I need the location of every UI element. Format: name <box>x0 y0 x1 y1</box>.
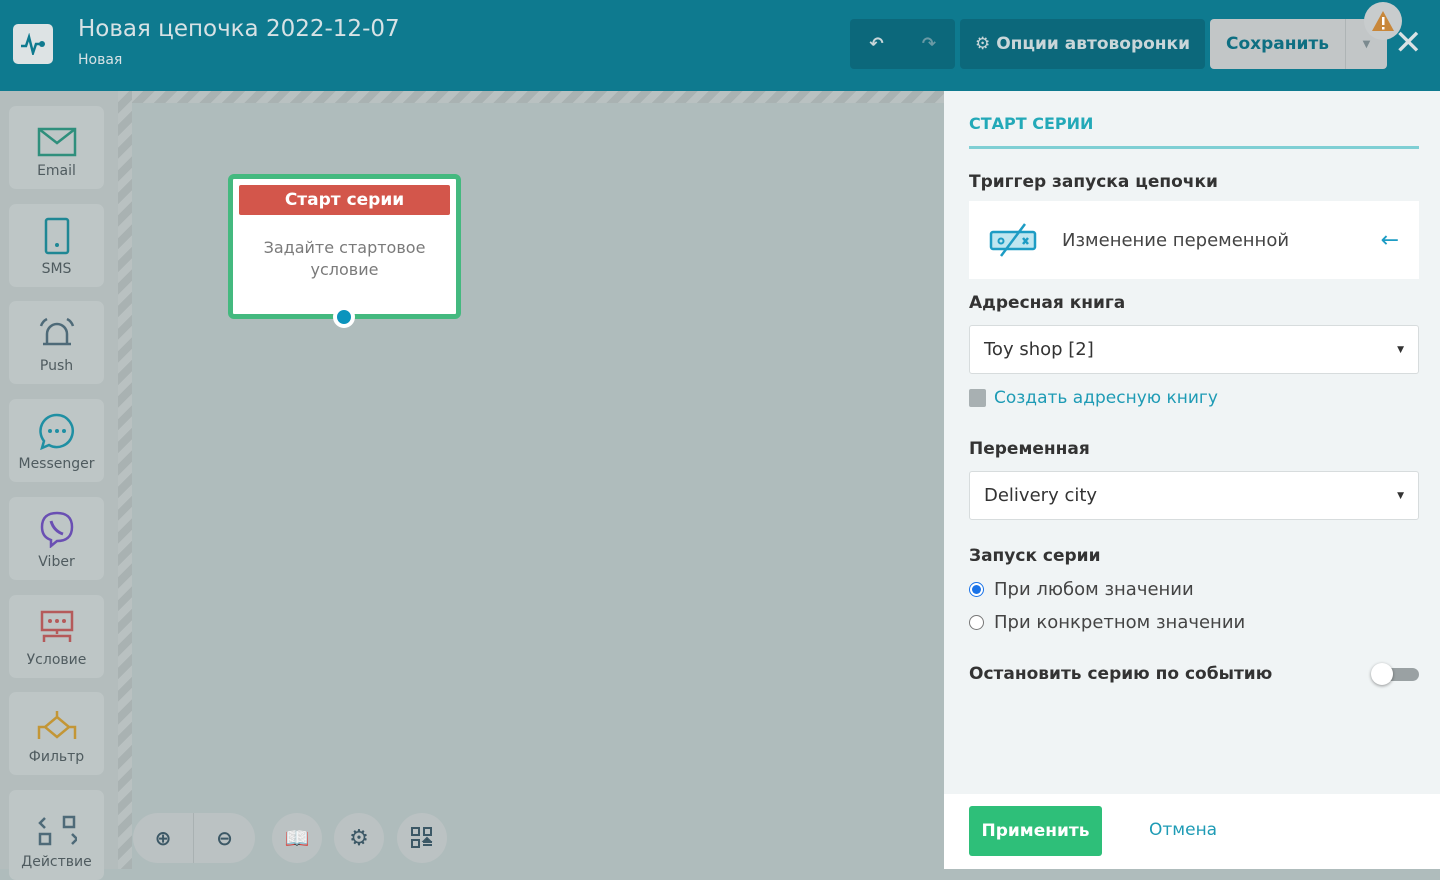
phone-icon <box>44 217 69 255</box>
start-node-title: Старт серии <box>239 185 450 215</box>
palette-item-messenger[interactable]: Messenger <box>9 399 104 482</box>
bell-icon <box>39 317 74 346</box>
palette-item-sms[interactable]: SMS <box>9 204 104 287</box>
radio-checked[interactable] <box>969 582 984 597</box>
back-arrow-icon[interactable]: ← <box>1381 228 1399 253</box>
page-title: Новая цепочка 2022-12-07 <box>78 16 400 42</box>
palette-item-viber[interactable]: Viber <box>9 497 104 580</box>
layout-icon <box>411 827 433 848</box>
palette-item-label: Email <box>37 163 76 179</box>
zoom-controls: ⊕ ⊖ <box>133 813 255 863</box>
zoom-out-icon: ⊖ <box>216 826 233 850</box>
addressbook-label: Адресная книга <box>969 293 1126 313</box>
create-addressbook-link[interactable]: Создать адресную книгу <box>969 388 1218 408</box>
palette-item-label: Фильтр <box>28 749 85 765</box>
apply-button[interactable]: Применить <box>969 806 1102 856</box>
start-node-body: Задайте стартовое условие <box>263 238 426 279</box>
launch-label: Запуск серии <box>969 546 1101 566</box>
status-label: Новая <box>78 52 123 68</box>
radio-specific-value[interactable]: При конкретном значении <box>969 612 1245 633</box>
gear-icon: ⚙ <box>974 34 991 54</box>
panel-divider <box>969 146 1419 149</box>
save-button[interactable]: Сохранить <box>1210 19 1346 69</box>
variable-select[interactable]: Delivery city ▼ <box>969 471 1419 520</box>
palette-item-label: Условие <box>26 652 87 668</box>
redo-icon: ↷ <box>921 34 937 54</box>
chat-icon <box>38 413 74 450</box>
caret-down-icon: ▼ <box>1362 38 1371 50</box>
block-palette: Email SMS Push Messenger Viber Условие Ф… <box>0 91 118 880</box>
undo-icon: ↶ <box>869 34 884 54</box>
undo-button[interactable]: ↶ <box>850 19 903 69</box>
save-button-group: Сохранить ▼ <box>1210 19 1387 69</box>
start-node[interactable]: Старт серии Задайте стартовое условие <box>228 174 461 328</box>
layout-button[interactable] <box>397 813 447 863</box>
viber-icon <box>40 511 73 548</box>
trigger-card[interactable]: Изменение переменной ← <box>969 201 1419 279</box>
cancel-button[interactable]: Отмена <box>1149 820 1217 840</box>
filter-icon <box>37 711 76 739</box>
settings-panel: СТАРТ СЕРИИ Триггер запуска цепочки Изме… <box>944 91 1440 794</box>
palette-item-filter[interactable]: Фильтр <box>9 692 104 775</box>
email-icon <box>37 127 76 157</box>
variable-label: Переменная <box>969 439 1090 459</box>
condition-icon <box>40 610 73 642</box>
palette-item-email[interactable]: Email <box>9 106 104 189</box>
redo-button[interactable]: ↷ <box>903 19 955 69</box>
palette-item-label: SMS <box>41 261 72 277</box>
palette-item-label: Viber <box>38 554 75 570</box>
header: Новая цепочка 2022-12-07 Новая ↶ ↷ ⚙ Опци… <box>0 0 1440 91</box>
radio-unchecked[interactable] <box>969 615 984 630</box>
trigger-value: Изменение переменной <box>1062 229 1290 251</box>
variable-value: Delivery city <box>984 485 1098 506</box>
addressbook-select[interactable]: Toy shop [2] ▼ <box>969 325 1419 374</box>
stop-series-toggle[interactable] <box>1371 663 1419 685</box>
radio-label: При конкретном значении <box>994 612 1246 633</box>
palette-item-push[interactable]: Push <box>9 301 104 384</box>
canvas-border <box>118 91 132 869</box>
zoom-in-icon: ⊕ <box>154 826 172 850</box>
radio-any-value[interactable]: При любом значении <box>969 579 1194 600</box>
close-button[interactable]: ✕ <box>1394 26 1423 60</box>
trigger-label: Триггер запуска цепочки <box>969 172 1218 192</box>
palette-item-label: Push <box>39 358 74 374</box>
variable-change-icon <box>989 223 1037 257</box>
output-port[interactable] <box>333 306 355 328</box>
addressbook-value: Toy shop [2] <box>984 339 1094 360</box>
caret-down-icon: ▼ <box>1397 344 1404 355</box>
help-button[interactable]: 📖 <box>272 813 322 863</box>
logo-icon <box>13 24 53 64</box>
panel-footer: Применить Отмена <box>944 794 1440 869</box>
palette-item-label: Messenger <box>18 456 95 472</box>
funnel-options-label: Опции автоворонки <box>996 34 1191 54</box>
gear-icon: ⚙ <box>349 825 369 851</box>
addressbook-icon <box>969 389 986 407</box>
canvas-settings-button[interactable]: ⚙ <box>334 813 384 863</box>
panel-title: СТАРТ СЕРИИ <box>969 114 1094 133</box>
canvas-border <box>132 91 944 103</box>
action-icon <box>37 815 77 846</box>
funnel-options-button[interactable]: ⚙ Опции автоворонки <box>960 19 1205 69</box>
zoom-out-button[interactable]: ⊖ <box>194 813 255 863</box>
radio-label: При любом значении <box>994 579 1194 600</box>
palette-item-action[interactable]: Действие <box>9 790 104 880</box>
create-addressbook-label: Создать адресную книгу <box>994 388 1218 408</box>
palette-item-label: Действие <box>21 854 92 870</box>
book-icon: 📖 <box>284 826 310 850</box>
zoom-in-button[interactable]: ⊕ <box>133 813 194 863</box>
palette-item-condition[interactable]: Условие <box>9 595 104 678</box>
caret-down-icon: ▼ <box>1397 490 1404 501</box>
stop-series-label: Остановить серию по событию <box>969 664 1273 684</box>
